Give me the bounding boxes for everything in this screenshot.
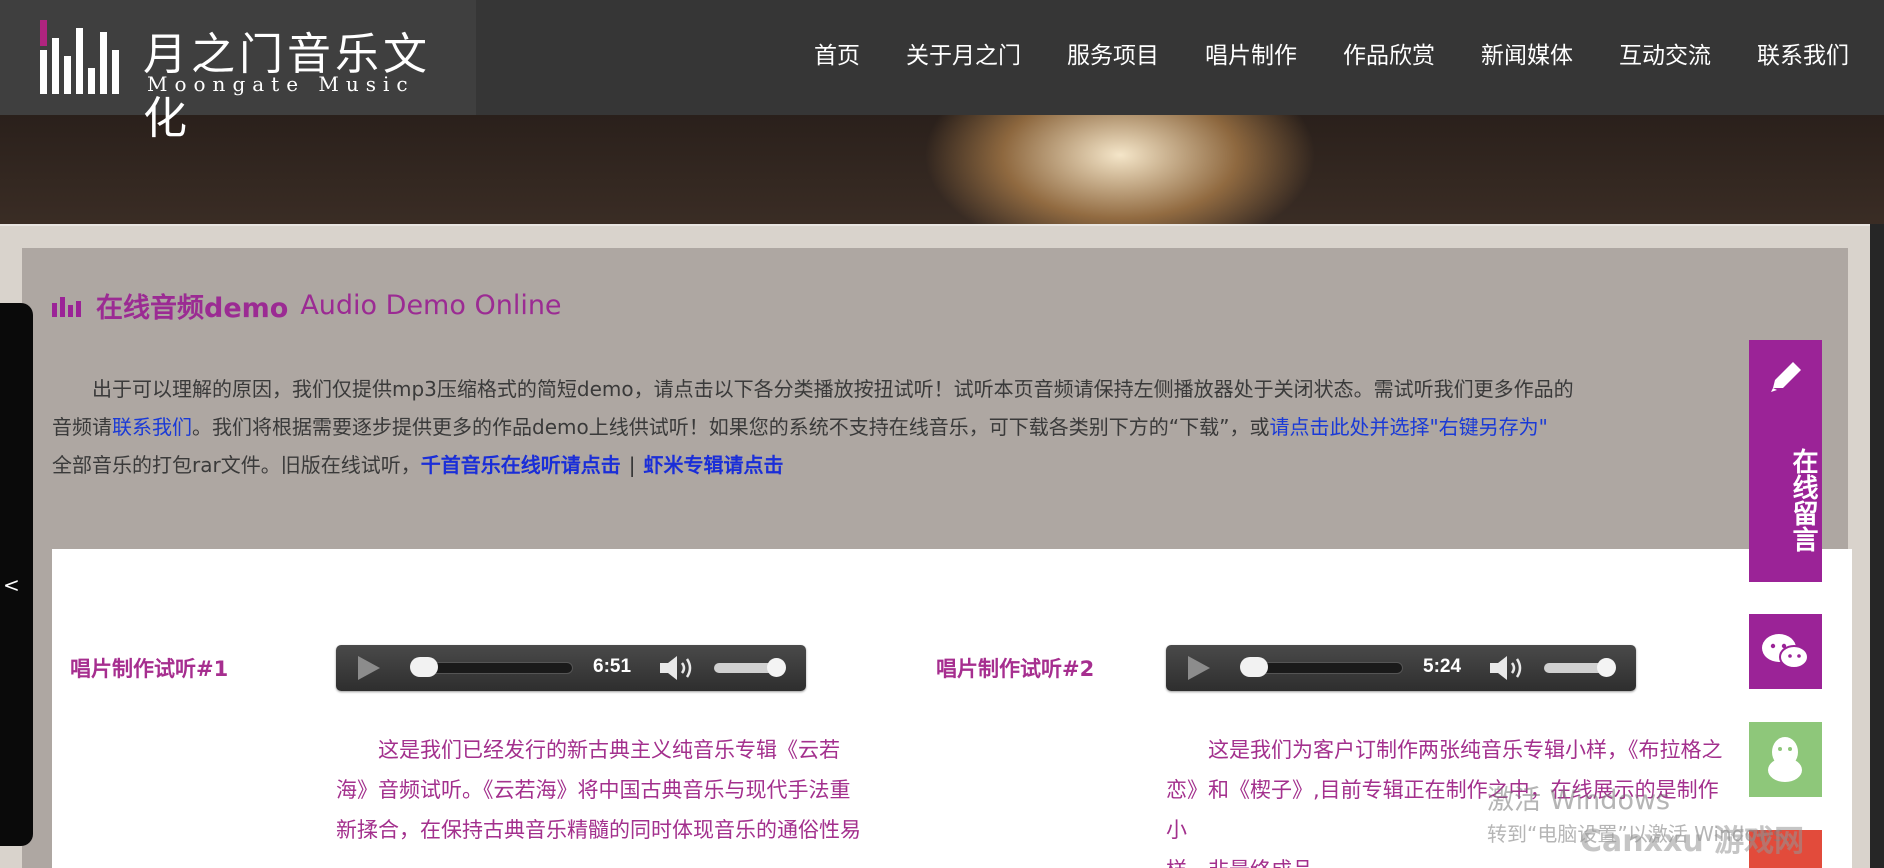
nav-item-services[interactable]: 服务项目 (1044, 36, 1182, 70)
play-icon[interactable] (358, 656, 380, 680)
volume-slider[interactable] (1544, 658, 1616, 677)
pencil-icon (1771, 362, 1801, 392)
intro-line-1: 出于可以理解的原因，我们仅提供mp3压缩格式的简短demo，请点击以下各分类播放… (92, 377, 1574, 401)
wechat-icon (1762, 634, 1809, 669)
brand-name-en: Moongate Music (147, 72, 415, 96)
volume-icon[interactable] (658, 654, 696, 682)
intro-text: 出于可以理解的原因，我们仅提供mp3压缩格式的简短demo，请点击以下各分类播放… (52, 370, 1752, 484)
logo-bars-icon (40, 20, 119, 94)
demo-1-desc-line: 海》音频试听。《云若海》将中国古典音乐与现代手法重 (336, 778, 851, 802)
progress-bar[interactable] (410, 657, 573, 677)
nav-item-contact[interactable]: 联系我们 (1734, 36, 1872, 70)
nav-item-interaction[interactable]: 互动交流 (1596, 36, 1734, 70)
demo-2-desc-line: 这是我们为客户订制作两张纯音乐专辑小样，《布拉格之 (1208, 738, 1723, 762)
duration-text: 5:24 (1423, 656, 1462, 677)
xiami-album-link[interactable]: 虾米专辑请点击 (643, 453, 783, 477)
contact-us-link[interactable]: 联系我们 (112, 415, 192, 439)
nav-item-works[interactable]: 作品欣赏 (1320, 36, 1458, 70)
demo-description-1: 这是我们已经发行的新古典主义纯音乐专辑《云若 海》音频试听。《云若海》将中国古典… (336, 730, 896, 850)
progress-knob[interactable] (410, 657, 438, 677)
intro-line-2-mid: 。我们将根据需要逐步提供更多的作品demo上线供试听！如果您的系统不支持在线音乐… (192, 415, 1270, 439)
nav-item-home[interactable]: 首页 (791, 36, 883, 70)
progress-bar[interactable] (1240, 657, 1403, 677)
volume-knob[interactable] (767, 658, 786, 677)
volume-slider[interactable] (714, 658, 786, 677)
qq-button[interactable] (1749, 722, 1822, 797)
site-watermark: Canxxu 游戏网 (1580, 824, 1805, 859)
audio-bars-icon (52, 296, 81, 317)
section-title: 在线音频demo Audio Demo Online (52, 286, 562, 325)
logo[interactable]: 月之门音乐文化 Moongate Music (0, 0, 476, 144)
qianshou-music-link[interactable]: 千首音乐在线听请点击 (421, 453, 621, 477)
save-as-link[interactable]: 请点击此处并选择"右键另存为" (1269, 415, 1547, 439)
nav-item-record-production[interactable]: 唱片制作 (1182, 36, 1320, 70)
section-title-cn: 在线音频demo (96, 293, 289, 324)
play-icon[interactable] (1188, 656, 1210, 680)
main-nav: 首页 关于月之门 服务项目 唱片制作 作品欣赏 新闻媒体 互动交流 联系我们 (791, 36, 1872, 70)
demo-label-2: 唱片制作试听#2 (936, 657, 1095, 681)
online-message-label: 在线留言 (1788, 448, 1818, 552)
section-title-en: Audio Demo Online (300, 290, 562, 321)
demo-1-desc-line: 这是我们已经发行的新古典主义纯音乐专辑《云若 (378, 738, 840, 762)
audio-player-2: 5:24 (1166, 645, 1636, 691)
left-player-toggle[interactable]: < (0, 303, 33, 846)
volume-knob[interactable] (1597, 658, 1616, 677)
audio-player-1: 6:51 (336, 645, 806, 691)
duration-text: 6:51 (593, 656, 632, 677)
nav-item-news[interactable]: 新闻媒体 (1458, 36, 1596, 70)
online-message-button[interactable]: 在线留言 (1749, 340, 1822, 582)
qq-icon (1768, 737, 1802, 782)
demo-1-desc-line: 新揉合，在保持古典音乐精髓的同时体现音乐的通俗性易 (336, 818, 861, 842)
wechat-button[interactable] (1749, 614, 1822, 689)
nav-item-about[interactable]: 关于月之门 (883, 36, 1044, 70)
link-separator: | (628, 453, 636, 477)
left-tab-arrow: < (3, 573, 20, 597)
progress-knob[interactable] (1240, 657, 1268, 677)
windows-activation-watermark: 激活 Windows (1487, 785, 1671, 816)
site-header: 月之门音乐文化 Moongate Music 首页 关于月之门 服务项目 唱片制… (0, 0, 1884, 144)
demo-label-1: 唱片制作试听#1 (70, 657, 229, 681)
intro-line-3-prefix: 全部音乐的打包rar文件。旧版在线试听， (52, 453, 421, 477)
right-edge (1870, 224, 1884, 868)
volume-icon[interactable] (1488, 654, 1526, 682)
intro-line-2-prefix: 音频请 (52, 415, 112, 439)
